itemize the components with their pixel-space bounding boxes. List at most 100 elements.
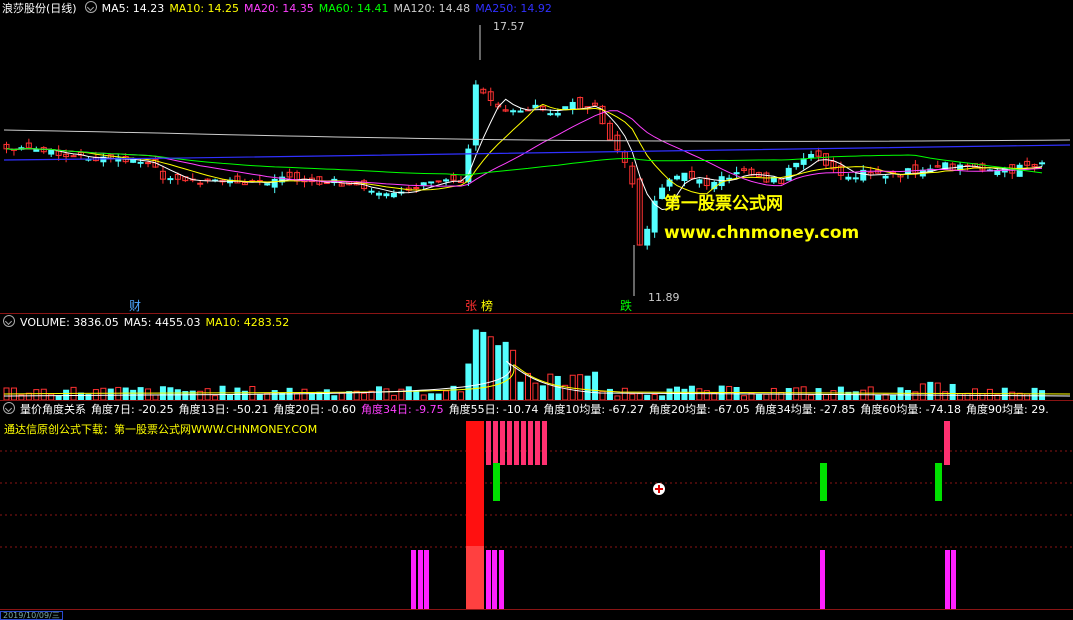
candle-body [681, 172, 688, 182]
volume-bar [517, 381, 524, 400]
signal-bar [507, 421, 512, 465]
candle-body [383, 193, 390, 197]
crosshair-plus-icon[interactable] [653, 483, 665, 495]
indicator-value: 角度20日: -0.60 [273, 403, 357, 416]
candle-body [390, 192, 397, 198]
volume-bar [100, 387, 107, 400]
price-pane[interactable]: 浪莎股份(日线) MA5: 14.23 MA10: 14.25 MA20: 14.35… [0, 0, 1073, 313]
candle-body [510, 110, 517, 113]
price-header: 浪莎股份(日线) MA5: 14.23 MA10: 14.25 MA20: 14.35… [0, 0, 562, 16]
signal-bar [951, 550, 956, 609]
volume-bar [443, 390, 450, 400]
volume-bar [145, 388, 152, 400]
volume-bar [949, 383, 956, 400]
stock-title: 浪莎股份(日线) [2, 2, 77, 15]
cursor-date: 2019/10/09/三 [0, 611, 63, 620]
candle-body [167, 178, 174, 181]
indicator-value: 角度34均量: -27.85 [754, 403, 856, 416]
volume-bar [301, 388, 308, 400]
volume-bar [323, 389, 330, 400]
signal-bar [935, 463, 942, 501]
candle-body [368, 190, 375, 193]
signal-bar [820, 550, 825, 609]
signal-bar [499, 550, 504, 609]
volume-label: MA5: 4455.03 [123, 316, 201, 329]
signal-bar [944, 421, 950, 465]
candle-body [130, 159, 137, 163]
indicator-value: 角度20均量: -67.05 [649, 403, 750, 416]
candle-body [718, 176, 725, 187]
candle-body [376, 192, 382, 196]
signal-bar [492, 550, 497, 609]
signal-bar [500, 421, 505, 465]
candle-body [852, 177, 859, 180]
volume-bar [934, 382, 941, 400]
indicator-value: 角度60均量: -74.18 [860, 403, 962, 416]
candle-body [443, 179, 450, 182]
candlestick-chart[interactable] [0, 0, 1073, 313]
volume-bar [413, 390, 420, 400]
indicator-value: 角度90均量: 29. [966, 403, 1049, 416]
candle-body [1016, 164, 1023, 177]
candle-body [517, 110, 524, 113]
volume-bar [897, 387, 904, 400]
indicator-value: 角度34日: -9.75 [361, 403, 444, 416]
volume-bar [361, 392, 368, 400]
ma-label: MA10: 14.25 [169, 2, 240, 15]
candle-body [472, 84, 479, 146]
event-mark-bang[interactable]: 榜 [481, 297, 493, 314]
volume-bar [122, 387, 129, 400]
indicator-pane[interactable]: 量价角度关系 角度7日: -20.25 角度13日: -50.21 角度20日: -0… [0, 401, 1073, 609]
ma-label: MA250: 14.92 [475, 2, 552, 15]
ma-label: MA120: 14.48 [393, 2, 471, 15]
volume-bar [621, 387, 628, 400]
high-price-label: 17.57 [493, 20, 525, 33]
volume-bar [972, 388, 978, 400]
event-mark-zhang[interactable]: 张 [465, 297, 477, 314]
candle-body [420, 182, 427, 186]
volume-bar [539, 385, 546, 400]
signal-bar [486, 550, 491, 609]
candle-body [733, 172, 740, 175]
candle-body [145, 162, 152, 165]
candle-body [435, 180, 442, 183]
volume-bar [927, 381, 934, 400]
candle-body [808, 153, 815, 159]
ma-label: MA5: 14.23 [101, 2, 165, 15]
volume-bar [554, 375, 561, 400]
volume-pane[interactable]: VOLUME: 3836.05 MA5: 4455.03 MA10: 4283.52 [0, 314, 1073, 400]
ma-labels: MA5: 14.23 MA10: 14.25 MA20: 14.35 MA60: 14… [102, 2, 557, 15]
volume-bar [383, 388, 390, 400]
event-mark-die[interactable]: 跌 [620, 297, 632, 314]
volume-bar [577, 374, 584, 400]
signal-bar [542, 421, 547, 465]
chevron-down-icon[interactable] [3, 402, 15, 414]
indicator-value: 角度55日: -10.74 [448, 403, 539, 416]
candle-body [644, 228, 651, 246]
indicator-title: 量价角度关系 [20, 403, 86, 416]
chevron-down-icon[interactable] [84, 1, 97, 13]
indicator-note: 通达信原创公式下载：第一股票公式网WWW.CHNMONEY.COM [4, 423, 318, 436]
event-mark-cai[interactable]: 财 [129, 297, 141, 314]
volume-bar [666, 388, 673, 400]
volume-bar [502, 341, 509, 400]
ma5-line [6, 98, 1043, 211]
volume-bar [33, 389, 40, 400]
ma120-line [3, 129, 1071, 142]
low-price-label: 11.89 [648, 291, 680, 304]
volume-bar [167, 387, 174, 400]
candle-body [137, 161, 144, 164]
volume-bar [584, 375, 591, 400]
volume-bar [837, 386, 844, 400]
candle-body [674, 175, 680, 180]
candle-body [845, 176, 852, 180]
ma20-line [6, 110, 1043, 187]
volume-bar [800, 386, 807, 400]
candle-body [413, 186, 420, 189]
volume-bar [472, 329, 479, 400]
volume-bar [487, 336, 494, 400]
chevron-down-icon[interactable] [3, 315, 15, 327]
indicator-value: 角度7日: -20.25 [91, 403, 174, 416]
signal-bar [486, 421, 491, 465]
volume-bar [249, 385, 256, 400]
